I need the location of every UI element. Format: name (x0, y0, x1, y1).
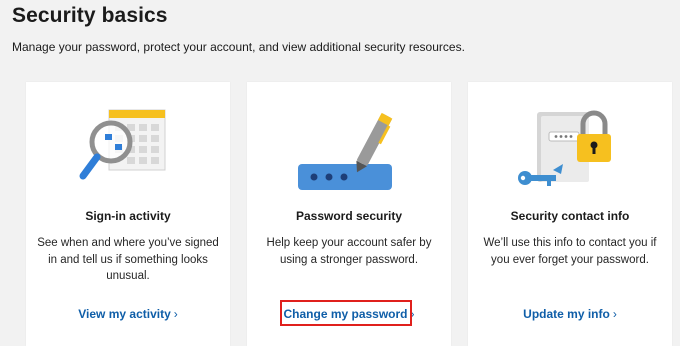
link-label: View my activity (78, 307, 171, 321)
magnifier-calendar-icon (79, 109, 166, 180)
chevron-right-icon: › (173, 307, 178, 321)
page-subtitle: Manage your password, protect your accou… (12, 40, 465, 54)
card-title: Password security (295, 209, 403, 223)
card-description: We’ll use this info to contact you if yo… (478, 235, 662, 268)
update-my-info-link[interactable]: Update my info › (468, 306, 672, 322)
card-description: Help keep your account safer by using a … (257, 235, 441, 268)
card-description-line: using a stronger password. (279, 253, 419, 266)
key-lock-book-icon (518, 110, 611, 186)
page-title: Security basics (12, 4, 168, 27)
card-description: See when and where you’ve signed in and … (36, 235, 220, 285)
card-sign-in-activity: Sign-in activity See when and where you’… (26, 82, 230, 346)
card-description-line: unusual. (106, 270, 150, 282)
card-title: Sign-in activity (85, 209, 171, 223)
card-title: Security contact info (510, 209, 630, 223)
link-label: Update my info (523, 307, 610, 321)
pen-password-field-icon (298, 112, 393, 190)
card-description-line: Help keep your account safer by (266, 237, 432, 249)
card-description-line: We’ll use this info to contact you if (483, 237, 657, 249)
card-security-contact-info: Security contact info We’ll use this inf… (468, 82, 672, 346)
highlight-annotation-box (280, 300, 412, 326)
view-my-activity-link[interactable]: View my activity › (26, 306, 230, 322)
card-description-line: See when and where you’ve signed (37, 237, 219, 249)
card-description-line: in and tell us if something looks (48, 253, 208, 266)
chevron-right-icon: › (612, 307, 617, 321)
card-description-line: you ever forget your password. (491, 253, 649, 266)
